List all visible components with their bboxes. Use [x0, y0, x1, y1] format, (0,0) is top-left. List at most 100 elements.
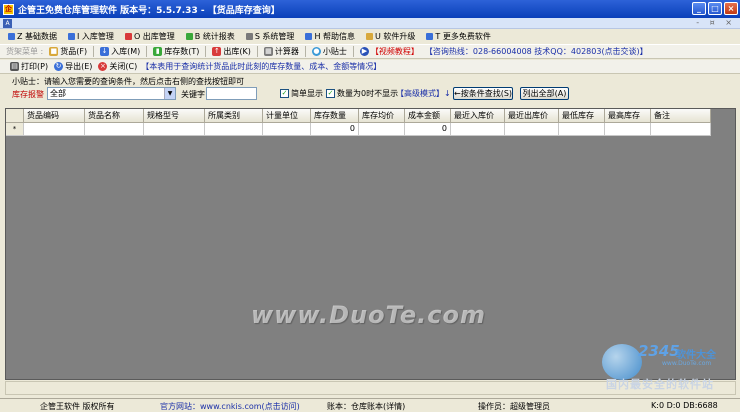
close-button[interactable]: ×	[724, 2, 738, 15]
cell-unit[interactable]	[263, 123, 311, 136]
stock-alert-select[interactable]: 全部 ▼	[47, 87, 176, 100]
cell-last-out-price[interactable]	[505, 123, 559, 136]
brand-name: 软件大全	[676, 350, 716, 361]
cell-avg-price[interactable]	[359, 123, 405, 136]
stock-out-icon	[124, 33, 132, 40]
calculator-button[interactable]: ▦ 计算器	[262, 46, 301, 57]
row-marker: *	[6, 123, 24, 136]
keyword-label: 关键字	[181, 90, 205, 99]
stock-alert-label: 库存报警	[12, 90, 44, 99]
bulb-icon: ●	[311, 47, 321, 56]
status-website-link[interactable]: 官方网站：www.cnkis.com(点击访问)	[160, 401, 300, 412]
col-last-in-price[interactable]: 最近入库价	[451, 109, 505, 123]
check-icon: ✓	[280, 89, 289, 98]
chevron-down-icon[interactable]: ▼	[164, 88, 175, 99]
report-icon	[185, 33, 193, 40]
cell-stock-qty[interactable]: 0	[311, 123, 359, 136]
print-button[interactable]: ▤ 打印(P)	[8, 61, 50, 72]
simple-display-checkbox[interactable]: ✓ 简单显示	[280, 88, 323, 99]
watermark: www.DuoTe.com	[251, 301, 486, 329]
cell-min-stock[interactable]	[559, 123, 605, 136]
cell-spec[interactable]	[144, 123, 205, 136]
stock-in-icon	[68, 33, 76, 40]
window-title: 企管王免费仓库管理软件 版本号：5.5.7.33 - 【货品库存查询】	[18, 5, 280, 16]
printer-icon: ▤	[10, 62, 19, 71]
col-goods-code[interactable]: 货品编码	[24, 109, 85, 123]
document-icon[interactable]: A	[3, 19, 12, 28]
col-max-stock[interactable]: 最高库存	[605, 109, 651, 123]
menu-bar: Z 基础数据 I 入库管理 O 出库管理 B 统计报表 S 系统管理 H 帮助信…	[0, 30, 740, 43]
separator	[146, 46, 148, 57]
table-row[interactable]: * 0 0	[6, 123, 711, 136]
app-icon: 企	[3, 3, 14, 15]
hide-zero-checkbox[interactable]: ✓ 数量为0时不显示	[326, 88, 398, 99]
col-unit[interactable]: 计量单位	[263, 109, 311, 123]
mdi-bar: A - ¤ ×	[0, 18, 740, 29]
col-min-stock[interactable]: 最低库存	[559, 109, 605, 123]
minimize-button[interactable]: _	[692, 2, 706, 15]
close-icon: ×	[98, 62, 108, 71]
main-toolbar: 货架菜单 : ■ 货品(F) ↓ 入库(M) ▮ 库存数(T) ↑ 出库(K) ▦ 计算器…	[0, 44, 740, 59]
mdi-controls[interactable]: - ¤ ×	[696, 18, 736, 27]
col-stock-qty[interactable]: 库存数量	[311, 109, 359, 123]
cell-category[interactable]	[205, 123, 263, 136]
inventory-button[interactable]: ▮ 库存数(T)	[151, 46, 201, 57]
box-icon: ■	[49, 47, 59, 56]
arrow-up-icon: ↑	[212, 47, 222, 56]
advanced-mode-link[interactable]: 【高级模式】↓	[396, 88, 451, 99]
goods-button[interactable]: ■ 货品(F)	[47, 46, 89, 57]
brand-url: www.DuoTe.com	[662, 360, 712, 367]
chart-icon: ▮	[153, 47, 163, 56]
search-button[interactable]: ←按条件查找(S)	[453, 87, 513, 100]
stock-in-button[interactable]: ↓ 入库(M)	[98, 46, 142, 57]
list-all-button[interactable]: 列出全部(A)	[520, 87, 569, 100]
separator	[205, 46, 207, 57]
col-remark[interactable]: 备注	[651, 109, 711, 123]
export-icon: ↻	[54, 62, 64, 71]
video-icon: ▶	[359, 47, 369, 56]
menu-reports[interactable]: B 统计报表	[185, 31, 235, 42]
stock-out-button[interactable]: ↑ 出库(K)	[210, 46, 253, 57]
menu-system[interactable]: S 系统管理	[245, 31, 294, 42]
col-last-out-price[interactable]: 最近出库价	[505, 109, 559, 123]
separator	[304, 46, 306, 57]
menu-upgrade[interactable]: U 软件升级	[366, 31, 415, 42]
close-report-button[interactable]: × 关闭(C)	[96, 61, 139, 72]
menu-basic-data[interactable]: Z 基础数据	[8, 31, 57, 42]
menu-stock-in[interactable]: I 入库管理	[68, 31, 114, 42]
report-notice: 【本表用于查询统计货品此时此刻的库存数量、成本、金额等情况】	[141, 62, 382, 71]
check-icon: ✓	[326, 89, 335, 98]
cell-max-stock[interactable]	[605, 123, 651, 136]
menu-more-software[interactable]: T 更多免费软件	[426, 31, 491, 42]
cell-last-in-price[interactable]	[451, 123, 505, 136]
filter-row: 库存报警 全部 ▼ 关键字 ✓ 简单显示 ✓ 数量为0时不显示 【高级模式】↓ ←按…	[0, 86, 740, 102]
hotline-link[interactable]: 【咨询热线：028-66004008 技术QQ：402803(点击交谈)】	[425, 46, 648, 57]
maximize-button[interactable]: □	[708, 2, 722, 15]
menu-stock-out[interactable]: O 出库管理	[124, 31, 175, 42]
row-header-corner	[6, 109, 24, 123]
export-button[interactable]: ↻ 导出(E)	[52, 61, 94, 72]
window-titlebar[interactable]: 企 企管王免费仓库管理软件 版本号：5.5.7.33 - 【货品库存查询】 _ …	[0, 0, 740, 18]
cell-goods-name[interactable]	[85, 123, 144, 136]
stock-alert-value: 全部	[50, 89, 66, 98]
status-account[interactable]: 账本：仓库账本(详情)	[327, 401, 405, 412]
cell-goods-code[interactable]	[24, 123, 85, 136]
col-category[interactable]: 所属类别	[205, 109, 263, 123]
col-goods-name[interactable]: 货品名称	[85, 109, 144, 123]
status-company: 企管王软件 版权所有	[40, 402, 115, 411]
col-avg-price[interactable]: 库存均价	[359, 109, 405, 123]
keyword-input[interactable]	[206, 87, 257, 100]
cell-remark[interactable]	[651, 123, 711, 136]
video-tutorial-link[interactable]: ▶ 【视频教程】	[358, 46, 421, 57]
brand-number: 2345	[638, 342, 680, 360]
col-cost-amount[interactable]: 成本金额	[405, 109, 451, 123]
separator	[256, 46, 258, 57]
cell-cost-amount[interactable]: 0	[405, 123, 451, 136]
menu-help[interactable]: H 帮助信息	[305, 31, 355, 42]
tips-button[interactable]: ● 小贴士	[310, 46, 349, 57]
col-spec[interactable]: 规格型号	[144, 109, 205, 123]
help-icon	[305, 33, 313, 40]
globe-icon	[602, 344, 642, 380]
status-db: K:0 D:0 DB:6688	[651, 401, 718, 410]
more-icon	[426, 33, 434, 40]
